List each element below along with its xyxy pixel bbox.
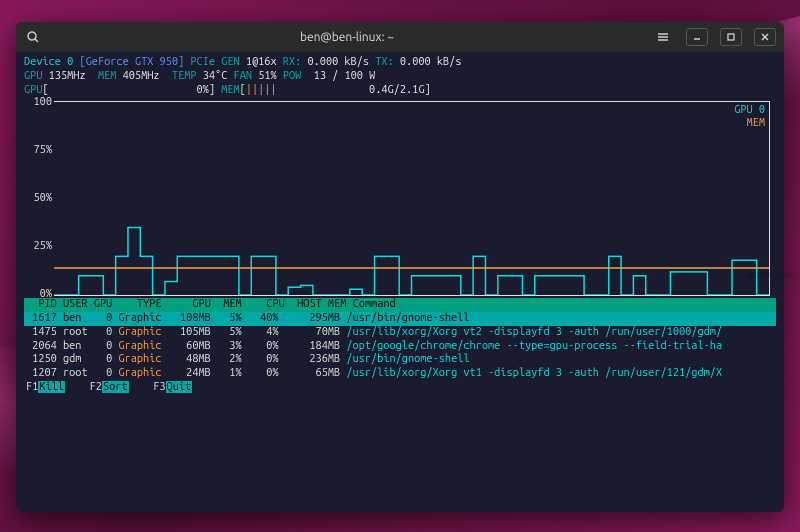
temp-value: 34°C: [203, 70, 228, 82]
mem-bar-value: 0.4G/2.1G: [369, 84, 424, 96]
titlebar: ben@ben-linux: ~: [16, 22, 784, 52]
gpu-bar-pct: 0%: [197, 84, 209, 96]
f2-key: F2: [90, 381, 102, 393]
pcie-label: PCIe GEN: [190, 56, 239, 68]
y-tick: 50%: [26, 192, 52, 206]
watermark: wsxdn.com: [746, 270, 796, 281]
temp-label: TEMP: [172, 70, 197, 82]
mem-clock: 405MHz: [123, 70, 160, 82]
pow-value: 13 / 100 W: [314, 70, 376, 82]
hdr-host-mem: HOST MEM: [297, 298, 346, 310]
hamburger-menu-icon[interactable]: [652, 28, 674, 46]
f1-action[interactable]: Kill: [38, 381, 65, 393]
fan-label: FAN: [234, 70, 252, 82]
rx-label: RX:: [283, 56, 301, 68]
hdr-cpu: CPU: [266, 298, 284, 310]
table-row[interactable]: 1617 ben 0 Graphic 108MB 5% 40% 295MB /u…: [24, 312, 776, 326]
gpu-clock: 135MHz: [49, 70, 86, 82]
device-info-line: Device 0 [GeForce GTX 950] PCIe GEN 1@16…: [24, 56, 776, 70]
gpu-clock-label: GPU: [24, 70, 42, 82]
mem-clock-label: MEM: [98, 70, 116, 82]
gpu-mem-bars: GPU[ 0%] MEM[||||| 0.4G/2.1G]: [24, 84, 776, 98]
process-table: PID USER GPU TYPE GPU MEM CPU HOST MEM C…: [24, 298, 776, 381]
f1-key: F1: [26, 381, 38, 393]
table-row[interactable]: 1207 root 0 Graphic 24MB 1% 0% 65MB /usr…: [24, 367, 776, 381]
y-tick: 100: [26, 96, 52, 110]
footer-fkeys: F1Kill F2Sort F3Quit: [24, 381, 776, 397]
table-header[interactable]: PID USER GPU TYPE GPU MEM CPU HOST MEM C…: [24, 298, 776, 312]
terminal-window: ben@ben-linux: ~ Device 0 [GeForce GTX 9…: [16, 22, 784, 512]
hdr-command: Command: [353, 298, 396, 310]
table-row[interactable]: 2064 ben 0 Graphic 60MB 3% 0% 184MB /opt…: [24, 340, 776, 354]
y-tick: 0%: [26, 288, 52, 302]
hdr-gpu: GPU: [94, 298, 112, 310]
f3-action[interactable]: Quit: [166, 381, 193, 393]
hdr-mem-pct: MEM: [223, 298, 241, 310]
device-model: GeForce GTX 950: [86, 56, 178, 68]
tx-label: TX:: [375, 56, 393, 68]
hdr-gpu-pct: GPU: [192, 298, 210, 310]
fan-value: 51%: [258, 70, 276, 82]
pcie-value: 1@16x: [246, 56, 277, 68]
y-axis-labels: 100 75% 50% 25% 0%: [26, 96, 52, 301]
maximize-button[interactable]: [720, 28, 742, 46]
f3-key: F3: [153, 381, 165, 393]
table-row[interactable]: 1475 root 0 Graphic 105MB 5% 4% 70MB /us…: [24, 326, 776, 340]
window-title: ben@ben-linux: ~: [50, 31, 644, 44]
gpu-bar-label: GPU: [24, 84, 42, 96]
rx-value: 0.000 kB/s: [307, 56, 369, 68]
pow-label: POW: [283, 70, 301, 82]
minimize-button[interactable]: [686, 28, 708, 46]
y-tick: 75%: [26, 144, 52, 158]
usage-chart: 100 75% 50% 25% 0% GPU 0 MEM: [54, 101, 770, 296]
hdr-type: TYPE: [137, 298, 162, 310]
stats-line: GPU 135MHz MEM 405MHz TEMP 34°C FAN 51% …: [24, 70, 776, 84]
terminal-body[interactable]: Device 0 [GeForce GTX 950] PCIe GEN 1@16…: [16, 52, 784, 512]
mem-bar-label: MEM: [221, 84, 239, 96]
search-icon[interactable]: [24, 28, 42, 46]
y-tick: 25%: [26, 240, 52, 254]
device-label: Device 0: [24, 56, 73, 68]
hdr-user: USER: [63, 298, 88, 310]
close-button[interactable]: [754, 28, 776, 46]
tx-value: 0.000 kB/s: [400, 56, 462, 68]
f2-action[interactable]: Sort: [102, 381, 129, 393]
table-row[interactable]: 1250 gdm 0 Graphic 48MB 2% 0% 236MB /usr…: [24, 353, 776, 367]
chart-plot-area: [54, 102, 769, 295]
